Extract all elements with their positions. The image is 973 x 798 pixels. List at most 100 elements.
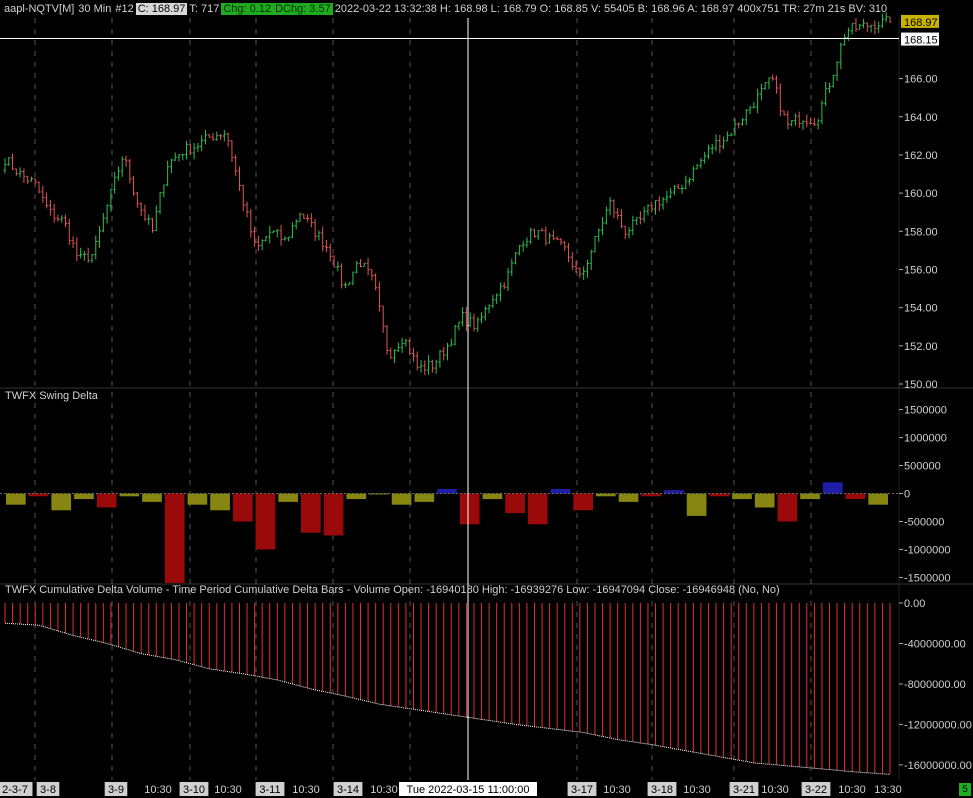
swing-delta-bar: [232, 493, 253, 522]
price-candle: [449, 338, 453, 347]
price-candle: [268, 225, 272, 244]
price-candle: [710, 143, 714, 155]
price-candle: [67, 218, 71, 246]
swing-delta-bar: [323, 493, 344, 536]
price-candle: [729, 132, 733, 137]
crosshair-time-label: Tue 2022-03-15 11:00:00: [407, 784, 530, 796]
price-candle: [831, 74, 835, 88]
price-candle: [873, 20, 877, 35]
price-candle: [135, 191, 139, 208]
swing-delta-bar: [868, 493, 888, 505]
price-candle: [843, 33, 847, 46]
price-candle: [419, 360, 423, 373]
price-candle: [835, 61, 839, 82]
swing-axis-label: -500000: [904, 516, 944, 528]
price-candle: [495, 293, 499, 304]
price-candle: [491, 294, 495, 308]
price-candle: [669, 187, 673, 199]
x-axis-label: 3-22: [805, 784, 827, 796]
price-candle: [22, 168, 26, 183]
price-candle: [578, 267, 582, 279]
x-axis-label: 3-21: [733, 784, 755, 796]
price-candle: [162, 184, 166, 198]
price-candle: [657, 196, 661, 212]
x-axis-label: 10:30: [603, 784, 631, 796]
price-candle: [464, 306, 468, 332]
price-candle: [151, 218, 154, 233]
swing-delta-bar: [278, 493, 298, 502]
swing-delta-bar: [822, 482, 843, 494]
price-candle: [226, 132, 230, 147]
price-candle: [222, 129, 226, 142]
price-candle: [294, 219, 298, 230]
price-candle: [385, 324, 389, 355]
price-candle: [691, 166, 695, 182]
x-axis-label: 10:30: [838, 784, 866, 796]
price-candle: [219, 134, 223, 141]
price-candle: [865, 22, 869, 33]
price-candle: [237, 166, 241, 191]
price-candle: [309, 213, 313, 228]
swing-delta-bar: [664, 490, 684, 494]
price-candle: [563, 240, 567, 251]
cumulative-axis-label: 0.00: [904, 598, 925, 610]
swing-delta-title: TWFX Swing Delta: [5, 390, 98, 402]
price-candle: [510, 258, 514, 276]
price-candle: [336, 261, 340, 272]
price-candle: [18, 167, 22, 178]
corner-badge[interactable]: 5: [959, 783, 971, 796]
price-candle: [185, 140, 189, 160]
price-candle: [260, 239, 264, 251]
price-candle: [684, 175, 688, 190]
price-candle: [612, 199, 616, 219]
price-candle: [752, 101, 756, 109]
x-axis-label: 2-3-7: [2, 784, 28, 796]
price-candle: [631, 215, 635, 236]
price-candle: [215, 131, 219, 141]
price-candle: [824, 81, 828, 107]
price-candle: [14, 168, 18, 176]
price-candle: [203, 130, 207, 145]
swing-delta-bar: [437, 489, 457, 494]
price-candle: [427, 355, 431, 375]
price-candle: [33, 178, 37, 185]
price-candle: [797, 111, 801, 128]
price-candle: [570, 251, 574, 270]
price-candle: [888, 16, 892, 23]
price-candle: [200, 135, 204, 152]
price-candle: [71, 236, 75, 249]
price-candle: [585, 259, 589, 278]
cumulative-delta-title: TWFX Cumulative Delta Volume - Time Peri…: [5, 584, 780, 596]
price-candle: [393, 349, 397, 364]
price-axis-label: 158.00: [904, 226, 938, 238]
price-candle: [741, 118, 744, 126]
x-axis-label: 10:30: [761, 784, 789, 796]
price-candle: [370, 269, 374, 281]
price-candle: [264, 235, 268, 242]
x-axis-label: 3-9: [108, 784, 124, 796]
price-candle: [415, 351, 419, 371]
price-candle: [256, 235, 260, 252]
price-candle: [457, 321, 461, 331]
price-axis-label: 160.00: [904, 188, 938, 200]
price-candle: [359, 258, 363, 268]
price-candle: [188, 143, 192, 156]
price-candle: [430, 359, 434, 373]
price-candle: [82, 250, 86, 261]
cumulative-axis-label: -8000000.00: [904, 679, 966, 691]
swing-delta-bar: [777, 493, 798, 522]
price-candle: [816, 118, 820, 130]
price-candle: [567, 243, 571, 263]
price-candle: [790, 119, 794, 127]
price-candle: [506, 268, 510, 291]
price-candle: [105, 204, 109, 224]
price-candle: [480, 312, 484, 324]
price-candle: [582, 266, 586, 280]
price-candle: [858, 23, 862, 30]
swing-delta-bar: [74, 493, 94, 500]
price-candle: [529, 227, 533, 245]
price-candle: [343, 282, 347, 289]
price-candle: [249, 209, 253, 238]
chart-canvas[interactable]: 166.00 164.00 162.00 160.00 158.00 156.00 154.…: [0, 0, 973, 798]
swing-delta-bar: [686, 493, 707, 516]
